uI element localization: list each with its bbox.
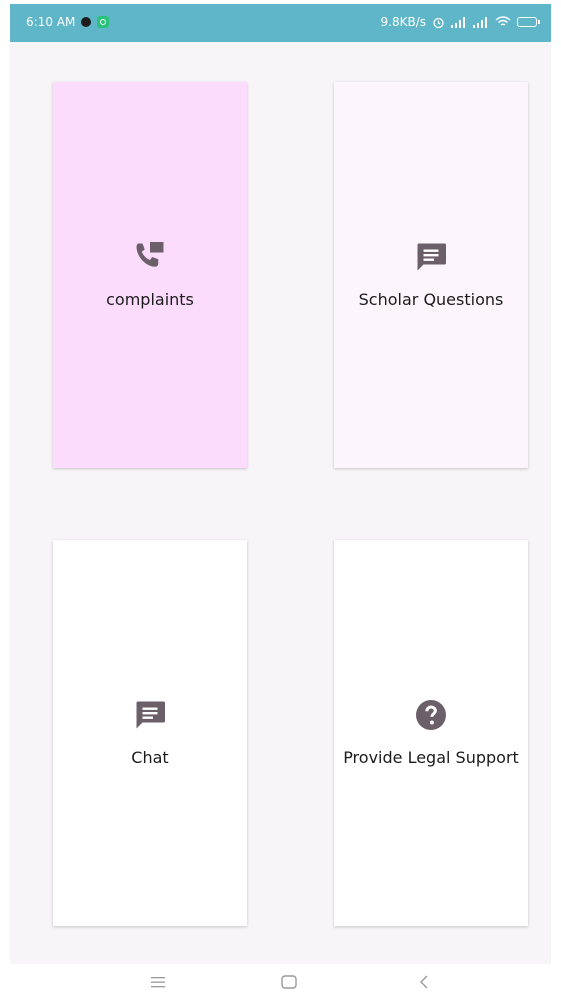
navigation-bar [0, 964, 561, 1000]
status-time: 6:10 AM [26, 15, 76, 29]
record-dot-icon [81, 17, 92, 27]
message-icon [136, 701, 165, 729]
app-notification-icon [97, 16, 110, 28]
provide-legal-support-label: Provide Legal Support [343, 748, 519, 767]
message-icon [417, 243, 446, 271]
menu-icon[interactable] [146, 972, 170, 992]
battery-icon [517, 17, 540, 27]
provide-legal-support-card[interactable]: Provide Legal Support [334, 540, 528, 926]
scholar-questions-label: Scholar Questions [358, 290, 504, 309]
scholar-questions-card[interactable]: Scholar Questions [334, 82, 528, 468]
alarm-icon [433, 17, 444, 28]
home-icon[interactable] [277, 972, 301, 992]
complaints-label: complaints [106, 290, 194, 309]
wifi-icon [495, 16, 511, 26]
signal-1-icon [451, 16, 465, 28]
phone-forward-icon [136, 242, 164, 267]
network-speed: 9.8KB/s [380, 15, 426, 29]
status-right: 9.8KB/s [380, 15, 540, 29]
status-left: 6:10 AM [26, 15, 110, 29]
back-icon[interactable] [412, 972, 436, 992]
help-circle-icon [416, 700, 446, 730]
chat-card[interactable]: Chat [53, 540, 247, 926]
status-bar: 6:10 AM 9.8KB/s [10, 4, 551, 42]
complaints-card[interactable]: complaints [53, 82, 247, 468]
signal-2-icon [473, 16, 487, 28]
main-content: complaints Scholar Questions Chat Provid… [10, 42, 551, 964]
chat-label: Chat [131, 748, 169, 767]
